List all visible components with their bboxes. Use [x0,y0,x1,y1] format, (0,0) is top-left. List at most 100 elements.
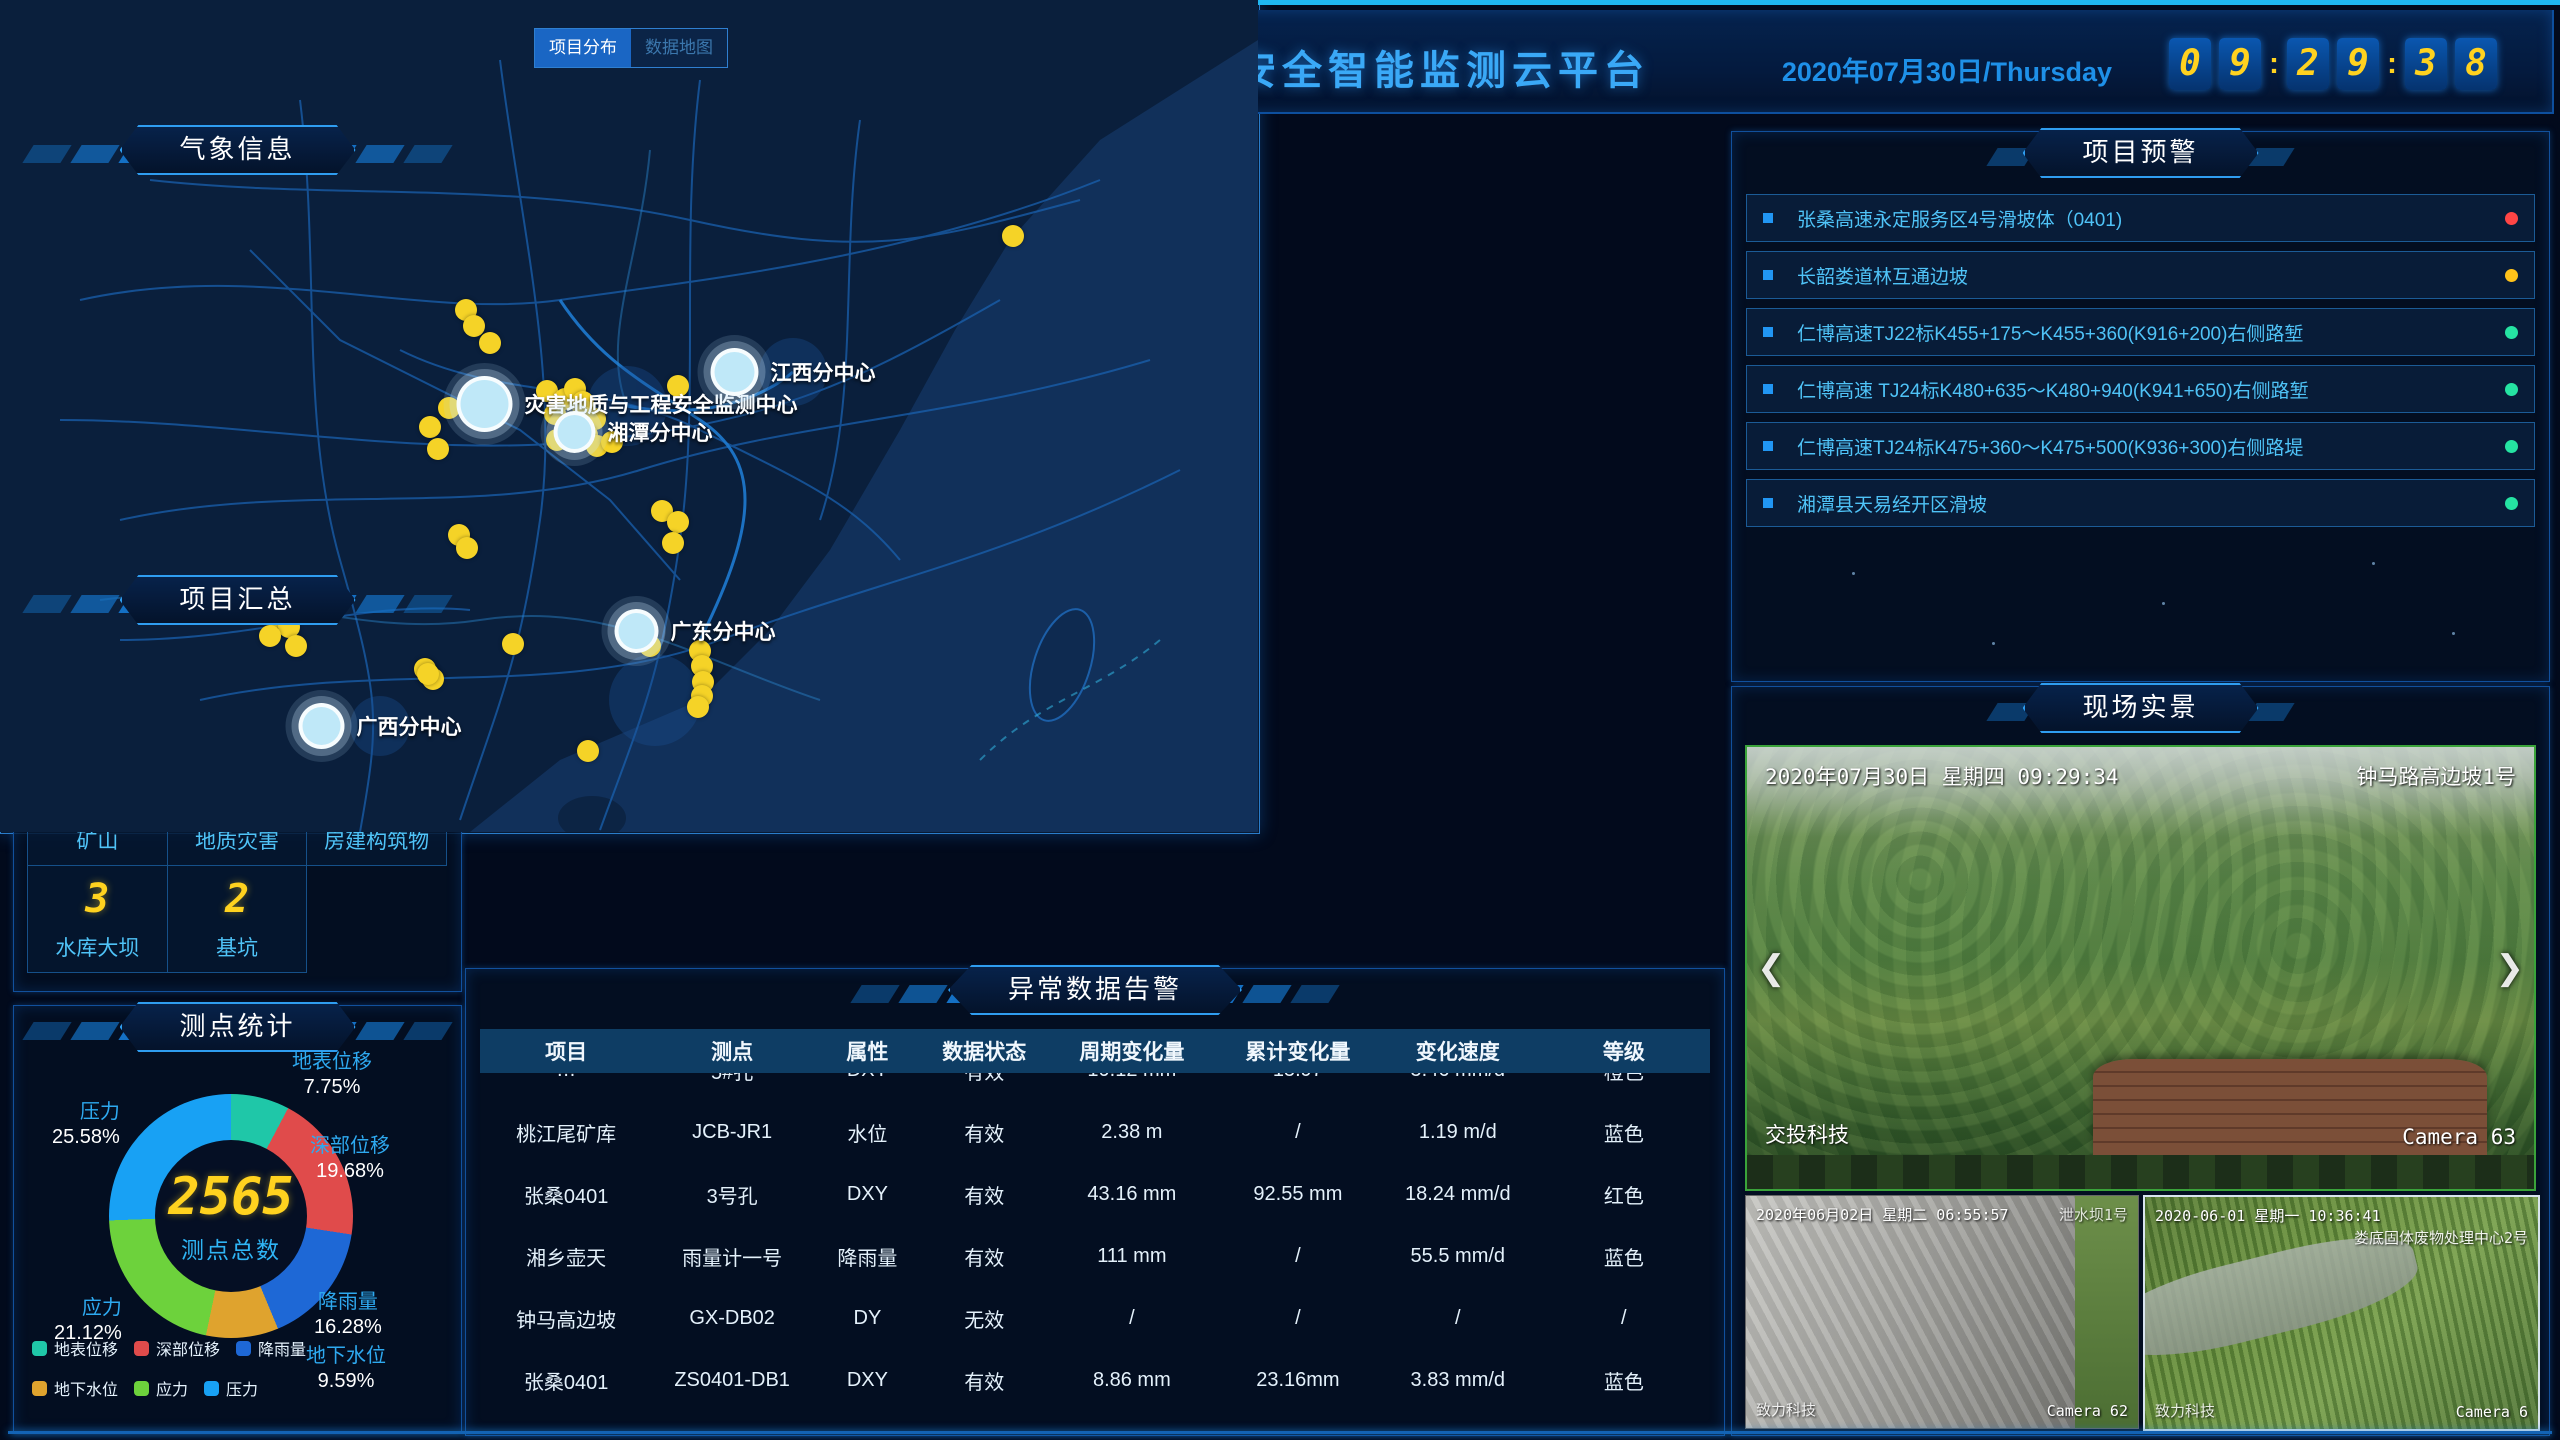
center-marker[interactable]: 江西分中心 [711,348,876,396]
alarm-table-row[interactable]: 湘乡壶天雨量计一号降雨量有效111 mm/55.5 mm/d蓝色 [480,1225,1710,1287]
center-marker[interactable]: 广西分中心 [299,703,462,749]
alarm-cell: / [1218,1307,1378,1330]
project-dot[interactable] [687,696,709,718]
alarm-cell: 钟马高边坡 [480,1304,652,1333]
project-dot[interactable] [463,315,485,337]
project-dot[interactable] [1002,225,1024,247]
thumb-vegetation [2075,1196,2138,1428]
alarm-cell: 55.5 mm/d [1378,1245,1538,1268]
center-marker[interactable]: 湘潭分中心 [554,411,713,453]
alarm-cell: 张桑0401 [480,1366,652,1395]
alarm-cell: 43.16 mm [1046,1183,1218,1206]
clock-digit: 8 [2455,38,2497,90]
alarm-table-body[interactable]: …5#孔DXY有效10.12 mm15.975.46 mm/d橙色桃江尾矿库JC… [480,1073,1710,1425]
project-dot[interactable] [419,416,441,438]
clock-digit: 3 [2405,38,2447,90]
legend-item[interactable]: 地下水位 [32,1376,118,1400]
bottom-accent-line [8,1431,2552,1434]
alarm-cell: 无效 [923,1304,1046,1333]
alarm-table-row[interactable]: 张桑04013号孔DXY有效43.16 mm92.55 mm18.24 mm/d… [480,1163,1710,1225]
warning-text: 湘潭县天易经开区滑坡 [1797,490,2505,517]
point-stats-title: 测点统计 [119,1002,355,1052]
camera-thumbnail-2[interactable]: 2020-06-01 星期一 10:36:41 娄底固体废物处理中心2号 致力科… [2143,1195,2540,1431]
legend-label: 应力 [156,1376,188,1400]
project-dot[interactable] [456,537,478,559]
warning-row[interactable]: 长韶娄道林互通边坡 [1746,251,2535,299]
warning-status-dot [2505,212,2518,225]
legend-item[interactable]: 地表位移 [32,1336,118,1360]
main-camera-feed: 2020年07月30日 星期四 09:29:34 钟马路高边坡1号 交投科技 C… [1745,745,2536,1191]
alarm-cell: / [1378,1307,1538,1330]
camera-prev-arrow[interactable]: ❮ [1757,948,1786,988]
map-tab[interactable]: 数据地图 [631,29,727,67]
warning-text: 长韶娄道林互通边坡 [1797,262,2505,289]
callout-percent: 25.58% [52,1125,120,1150]
alarm-table-panel: 异常数据告警 项目测点属性数据状态周期变化量累计变化量变化速度等级 …5#孔DX… [465,968,1725,1436]
alarm-cell: / [1538,1307,1710,1330]
center-marker[interactable]: 广东分中心 [615,609,776,653]
clock-digit: 2 [2287,38,2329,90]
project-dot[interactable] [667,511,689,533]
summary-value: 3 [85,876,109,922]
thumb-location-label: 泄水坝1号 [2059,1204,2128,1225]
legend-swatch [134,1341,149,1356]
alarm-cell: … [480,1073,652,1082]
project-dot[interactable] [427,438,449,460]
alarm-table-row[interactable]: …5#孔DXY有效10.12 mm15.975.46 mm/d橙色 [480,1073,1710,1101]
thumb-brand-watermark: 致力科技 [2155,1400,2215,1421]
camera-brand-watermark: 交投科技 [1765,1119,1849,1149]
alarm-table-title: 异常数据告警 [948,965,1242,1015]
alarm-cell: DXY [812,1369,923,1392]
donut-center: 2565 测点总数 [155,1140,307,1292]
project-dot[interactable] [259,625,281,647]
project-dot[interactable] [577,740,599,762]
alarm-cell: DXY [812,1183,923,1206]
legend-item[interactable]: 应力 [134,1376,188,1400]
map-tab[interactable]: 项目分布 [535,29,631,67]
legend-swatch [134,1381,149,1396]
alarm-cell: 15.97 [1218,1073,1378,1082]
thumb-camera-id: Camera 62 [2047,1402,2128,1420]
legend-item[interactable]: 深部位移 [134,1336,220,1360]
alarm-cell: / [1218,1245,1378,1268]
camera-next-arrow[interactable]: ❯ [2496,948,2525,988]
alarm-col-header: 周期变化量 [1046,1036,1218,1066]
project-dot[interactable] [417,663,439,685]
project-dot[interactable] [479,332,501,354]
alarm-cell: 红色 [1538,1180,1710,1209]
camera-thumbnail-1[interactable]: 2020年06月02日 星期二 06:55:57 泄水坝1号 致力科技 Came… [1745,1195,2139,1429]
warning-bullet-icon [1763,270,1773,280]
alarm-table-row[interactable]: 桃江尾矿库JCB-JR1水位有效2.38 m/1.19 m/d蓝色 [480,1101,1710,1163]
alarm-table-row[interactable]: 钟马高边坡GX-DB02DY无效//// [480,1287,1710,1349]
legend-label: 地下水位 [54,1376,118,1400]
thumb-timestamp: 2020年06月02日 星期二 06:55:57 [1756,1204,2009,1225]
warning-row[interactable]: 仁博高速TJ24标K475+360～K475+500(K936+300)右侧路堤 [1746,422,2535,470]
warning-text: 张桑高速永定服务区4号滑坡体（0401) [1797,205,2505,232]
project-dot[interactable] [285,635,307,657]
legend-item[interactable]: 压力 [204,1376,258,1400]
alarm-cell: 2.38 m [1046,1121,1218,1144]
camera-timestamp: 2020年07月30日 星期四 09:29:34 [1765,761,2119,791]
project-dot[interactable] [662,532,684,554]
alarm-cell: 有效 [923,1073,1046,1085]
thumb-camera-id: Camera 6 [2456,1403,2528,1421]
warning-row[interactable]: 湘潭县天易经开区滑坡 [1746,479,2535,527]
legend-label: 压力 [226,1376,258,1400]
donut-callout: 压力25.58% [52,1100,120,1150]
alarm-cell: 桃江尾矿库 [480,1118,652,1147]
donut-callout: 深部位移19.68% [310,1134,390,1184]
alarm-cell: DXY [812,1073,923,1082]
alarm-table-row[interactable]: 张桑0401ZS0401-DB1DXY有效8.86 mm23.16mm3.83 … [480,1349,1710,1411]
warning-row[interactable]: 张桑高速永定服务区4号滑坡体（0401) [1746,194,2535,242]
alarm-col-header: 等级 [1538,1036,1710,1066]
warning-row[interactable]: 仁博高速TJ22标K455+175～K455+360(K916+200)右侧路堑 [1746,308,2535,356]
legend-item[interactable]: 降雨量 [236,1336,306,1360]
warning-row[interactable]: 仁博高速 TJ24标K480+635～K480+940(K941+650)右侧路… [1746,365,2535,413]
dashboard-root: 日常管理应急响应简介功能模块 灾害地质与工程安全智能监测云平台 2020年07月… [0,0,2560,1440]
alarm-cell: GX-DB02 [652,1307,812,1330]
camera-id-label: Camera 63 [2402,1125,2516,1149]
project-dot[interactable] [502,633,524,655]
callout-name: 压力 [52,1100,120,1125]
alarm-cell: 有效 [923,1180,1046,1209]
camera-scene-fence [1747,1155,2534,1189]
